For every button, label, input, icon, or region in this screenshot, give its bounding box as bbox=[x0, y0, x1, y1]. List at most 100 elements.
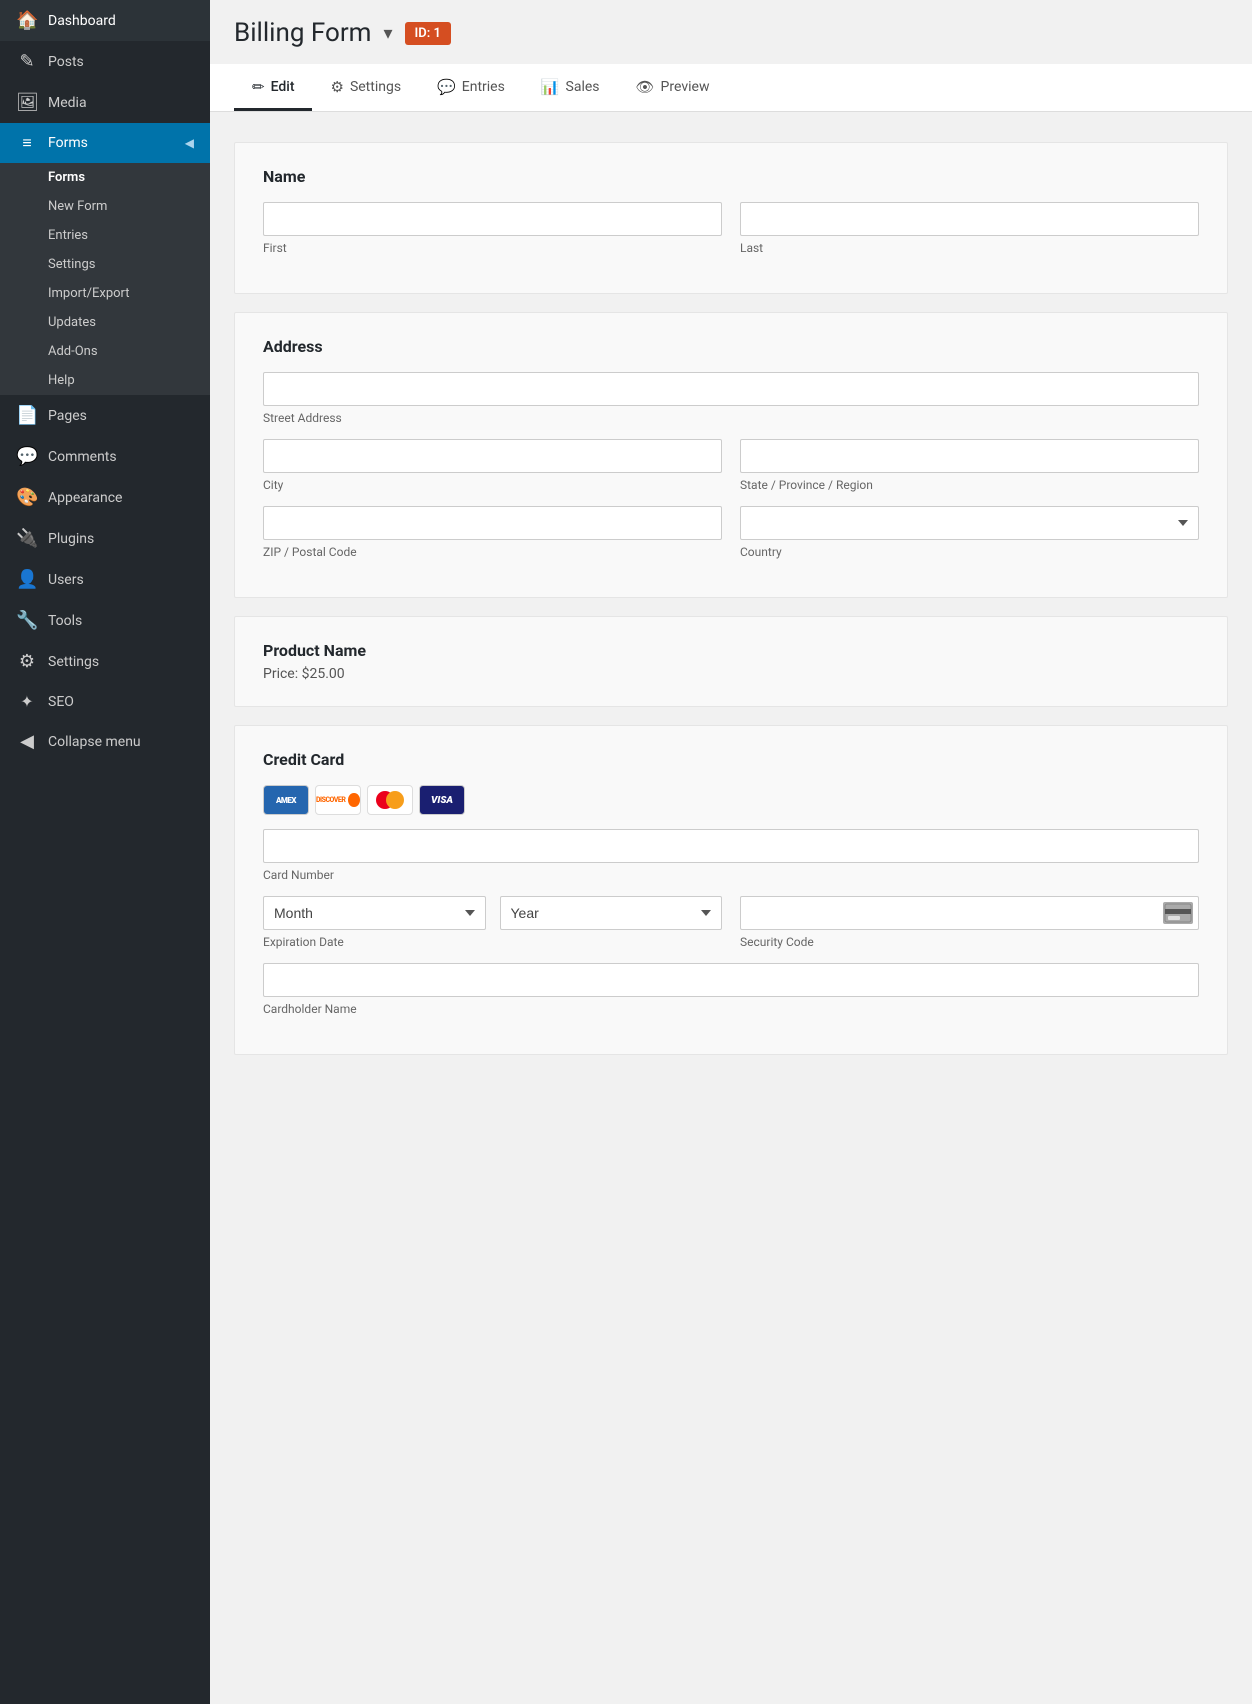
tab-settings[interactable]: ⚙ Settings bbox=[312, 64, 419, 111]
expiration-label: Expiration Date bbox=[263, 935, 722, 949]
page-title: Billing Form bbox=[234, 18, 371, 48]
country-field: Country bbox=[740, 506, 1199, 559]
discover-icon: DISCOVER bbox=[315, 785, 361, 815]
first-name-input[interactable] bbox=[263, 202, 722, 236]
forms-submenu: Forms New Form Entries Settings Import/E… bbox=[0, 163, 210, 395]
year-select[interactable]: Year 202420252026 202720282029 2030 bbox=[500, 896, 723, 930]
cardholder-input[interactable] bbox=[263, 963, 1199, 997]
sidebar: 🏠 Dashboard ✎ Posts 🖼 Media ≡ Forms ◀ Fo… bbox=[0, 0, 210, 1704]
form-id-badge: ID: 1 bbox=[405, 22, 451, 45]
dashboard-icon: 🏠 bbox=[16, 10, 38, 31]
sidebar-label-settings: Settings bbox=[48, 654, 99, 670]
card-number-row: Card Number bbox=[263, 829, 1199, 882]
security-input-wrap bbox=[740, 896, 1199, 930]
submenu-settings[interactable]: Settings bbox=[0, 250, 210, 279]
submenu-entries[interactable]: Entries bbox=[0, 221, 210, 250]
sidebar-collapse[interactable]: ◀ Collapse menu bbox=[0, 721, 210, 762]
zip-field: ZIP / Postal Code bbox=[263, 506, 722, 559]
tab-entries[interactable]: 💬 Entries bbox=[419, 64, 523, 111]
sidebar-label-users: Users bbox=[48, 572, 84, 588]
product-price: Price: $25.00 bbox=[263, 666, 1199, 682]
tools-icon: 🔧 bbox=[16, 610, 38, 631]
expiry-security-row: Month JanuaryFebruaryMarch AprilMayJune … bbox=[263, 896, 1199, 949]
sidebar-collapse-label: Collapse menu bbox=[48, 734, 141, 750]
sidebar-label-seo: SEO bbox=[48, 694, 74, 710]
sidebar-item-media[interactable]: 🖼 Media bbox=[0, 82, 210, 123]
submenu-add-ons[interactable]: Add-Ons bbox=[0, 337, 210, 366]
sidebar-item-pages[interactable]: 📄 Pages bbox=[0, 395, 210, 436]
sidebar-label-plugins: Plugins bbox=[48, 531, 94, 547]
posts-icon: ✎ bbox=[16, 51, 38, 72]
sidebar-label-appearance: Appearance bbox=[48, 490, 122, 506]
street-row: Street Address bbox=[263, 372, 1199, 425]
city-state-row: City State / Province / Region bbox=[263, 439, 1199, 492]
city-input[interactable] bbox=[263, 439, 722, 473]
collapse-icon: ◀ bbox=[16, 731, 38, 752]
security-field: Security Code bbox=[740, 896, 1199, 949]
main-content: Billing Form ▾ ID: 1 ✏ Edit ⚙ Settings 💬… bbox=[210, 0, 1252, 1704]
settings-icon: ⚙ bbox=[16, 651, 38, 672]
state-label: State / Province / Region bbox=[740, 478, 1199, 492]
seo-icon: ✦ bbox=[16, 692, 38, 711]
name-field-row: First Last bbox=[263, 202, 1199, 255]
sidebar-item-settings[interactable]: ⚙ Settings bbox=[0, 641, 210, 682]
first-name-label: First bbox=[263, 241, 722, 255]
product-section: Product Name Price: $25.00 bbox=[234, 616, 1228, 707]
sidebar-item-comments[interactable]: 💬 Comments bbox=[0, 436, 210, 477]
plugins-icon: 🔌 bbox=[16, 528, 38, 549]
sidebar-item-dashboard[interactable]: 🏠 Dashboard bbox=[0, 0, 210, 41]
submenu-forms[interactable]: Forms bbox=[0, 163, 210, 192]
tab-settings-label: Settings bbox=[350, 79, 401, 95]
sidebar-item-tools[interactable]: 🔧 Tools bbox=[0, 600, 210, 641]
sidebar-item-users[interactable]: 👤 Users bbox=[0, 559, 210, 600]
cardholder-field: Cardholder Name bbox=[263, 963, 1199, 1016]
comments-icon: 💬 bbox=[16, 446, 38, 467]
tab-edit[interactable]: ✏ Edit bbox=[234, 64, 312, 111]
expiry-inputs: Month JanuaryFebruaryMarch AprilMayJune … bbox=[263, 896, 722, 930]
form-canvas: Name First Last Address Street Address bbox=[210, 112, 1252, 1103]
submenu-import-export[interactable]: Import/Export bbox=[0, 279, 210, 308]
sidebar-item-plugins[interactable]: 🔌 Plugins bbox=[0, 518, 210, 559]
tab-preview[interactable]: 👁 Preview bbox=[618, 64, 728, 111]
street-input[interactable] bbox=[263, 372, 1199, 406]
sidebar-item-posts[interactable]: ✎ Posts bbox=[0, 41, 210, 82]
street-field: Street Address bbox=[263, 372, 1199, 425]
name-section-title: Name bbox=[263, 167, 1199, 186]
cvv-icon bbox=[1163, 902, 1193, 924]
sidebar-item-appearance[interactable]: 🎨 Appearance bbox=[0, 477, 210, 518]
submenu-help[interactable]: Help bbox=[0, 366, 210, 395]
tab-sales-label: Sales bbox=[566, 79, 600, 95]
zip-input[interactable] bbox=[263, 506, 722, 540]
submenu-updates[interactable]: Updates bbox=[0, 308, 210, 337]
card-number-input[interactable] bbox=[263, 829, 1199, 863]
security-code-input[interactable] bbox=[740, 896, 1199, 930]
city-label: City bbox=[263, 478, 722, 492]
tabs-bar: ✏ Edit ⚙ Settings 💬 Entries 📊 Sales 👁 Pr… bbox=[210, 64, 1252, 112]
title-dropdown-chevron[interactable]: ▾ bbox=[383, 23, 392, 44]
address-section-title: Address bbox=[263, 337, 1199, 356]
appearance-icon: 🎨 bbox=[16, 487, 38, 508]
sidebar-label-forms: Forms bbox=[48, 135, 88, 151]
sidebar-label-posts: Posts bbox=[48, 54, 84, 70]
sidebar-item-seo[interactable]: ✦ SEO bbox=[0, 682, 210, 721]
month-select[interactable]: Month JanuaryFebruaryMarch AprilMayJune … bbox=[263, 896, 486, 930]
cardholder-row: Cardholder Name bbox=[263, 963, 1199, 1016]
country-select[interactable] bbox=[740, 506, 1199, 540]
zip-country-row: ZIP / Postal Code Country bbox=[263, 506, 1199, 559]
submenu-new-form[interactable]: New Form bbox=[0, 192, 210, 221]
sidebar-item-forms[interactable]: ≡ Forms ◀ bbox=[0, 123, 210, 163]
last-name-field: Last bbox=[740, 202, 1199, 255]
security-code-label: Security Code bbox=[740, 935, 1199, 949]
forms-icon: ≡ bbox=[16, 133, 38, 153]
state-input[interactable] bbox=[740, 439, 1199, 473]
sales-tab-icon: 📊 bbox=[541, 78, 560, 96]
entries-tab-icon: 💬 bbox=[437, 78, 456, 96]
settings-tab-icon: ⚙ bbox=[330, 78, 343, 96]
last-name-input[interactable] bbox=[740, 202, 1199, 236]
tab-sales[interactable]: 📊 Sales bbox=[523, 64, 618, 111]
address-section: Address Street Address City State / Prov… bbox=[234, 312, 1228, 598]
last-name-label: Last bbox=[740, 241, 1199, 255]
cc-brand-icons: AMEX DISCOVER VISA bbox=[263, 785, 1199, 815]
country-label: Country bbox=[740, 545, 1199, 559]
credit-card-section: Credit Card AMEX DISCOVER VISA bbox=[234, 725, 1228, 1055]
